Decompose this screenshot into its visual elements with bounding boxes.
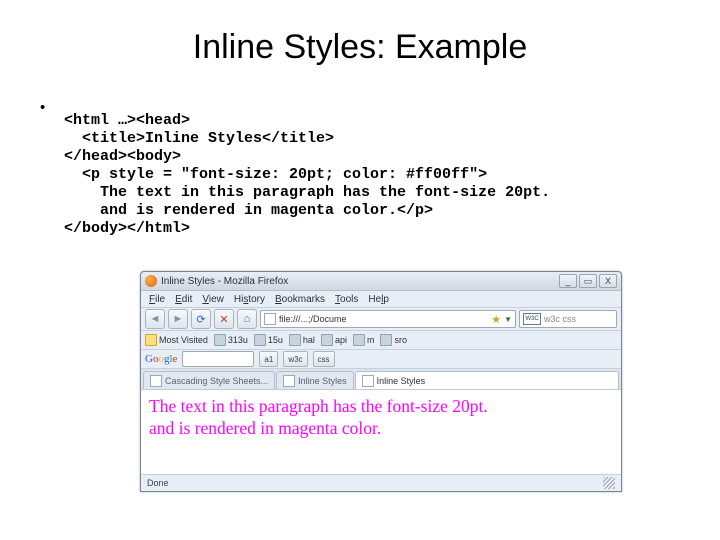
- google-toolbar: Google a1 w3c css: [141, 350, 621, 369]
- menu-view[interactable]: View: [198, 294, 228, 305]
- tab-cascading[interactable]: Cascading Style Sheets...: [143, 371, 275, 389]
- page-icon: [264, 313, 276, 325]
- search-box[interactable]: W3C w3c css: [519, 310, 617, 328]
- page-icon: [362, 375, 374, 387]
- browser-screenshot: Inline Styles - Mozilla Firefox _ ▭ X Fi…: [140, 271, 620, 492]
- status-text: Done: [147, 478, 169, 488]
- menu-edit[interactable]: Edit: [171, 294, 196, 305]
- star-icon: [145, 334, 157, 346]
- window-title: Inline Styles - Mozilla Firefox: [161, 276, 559, 287]
- firefox-icon: [145, 275, 157, 287]
- tab-strip: Cascading Style Sheets... Inline Styles …: [141, 369, 621, 390]
- url-bar[interactable]: file:///...;/Docume ★ ▼: [260, 310, 516, 328]
- bookmark-item[interactable]: hal: [289, 334, 315, 346]
- menu-file[interactable]: File: [145, 294, 169, 305]
- menu-bookmarks[interactable]: Bookmarks: [271, 294, 329, 305]
- bookmark-item[interactable]: m: [353, 334, 375, 346]
- most-visited[interactable]: Most Visited: [145, 334, 208, 346]
- bookmarks-toolbar: Most Visited 313u 15u hal api m sro: [141, 331, 621, 350]
- window-titlebar: Inline Styles - Mozilla Firefox _ ▭ X: [141, 272, 621, 291]
- navigation-toolbar: ◄ ► ⟳ ✕ ⌂ file:///...;/Docume ★ ▼ W3C w3…: [141, 308, 621, 331]
- folder-icon: [254, 334, 266, 346]
- code-block: <html …><head> <title>Inline Styles</tit…: [64, 112, 550, 238]
- menu-bar: File Edit View History Bookmarks Tools H…: [141, 291, 621, 308]
- tab-inline-2[interactable]: Inline Styles: [355, 371, 619, 389]
- tab-inline-1[interactable]: Inline Styles: [276, 371, 354, 389]
- resize-grip-icon[interactable]: [603, 477, 615, 489]
- google-tool-button[interactable]: css: [313, 351, 335, 367]
- slide-title: Inline Styles: Example: [0, 0, 720, 77]
- status-bar: Done: [141, 474, 621, 491]
- page-icon: [283, 375, 295, 387]
- page-icon: [150, 375, 162, 387]
- google-logo: Google: [145, 353, 177, 365]
- folder-icon: [380, 334, 392, 346]
- stop-button[interactable]: ✕: [214, 309, 234, 329]
- search-engine-icon: W3C: [523, 313, 541, 325]
- back-button[interactable]: ◄: [145, 309, 165, 329]
- menu-help[interactable]: Help: [364, 294, 393, 305]
- forward-button[interactable]: ►: [168, 309, 188, 329]
- minimize-button[interactable]: _: [559, 274, 577, 288]
- google-tool-button[interactable]: a1: [259, 351, 278, 367]
- home-button[interactable]: ⌂: [237, 309, 257, 329]
- page-content: The text in this paragraph has the font-…: [141, 390, 621, 474]
- reload-button[interactable]: ⟳: [191, 309, 211, 329]
- google-search-input[interactable]: [182, 351, 254, 367]
- url-dropdown-icon[interactable]: ▼: [504, 315, 512, 324]
- folder-icon: [214, 334, 226, 346]
- close-button[interactable]: X: [599, 274, 617, 288]
- menu-tools[interactable]: Tools: [331, 294, 362, 305]
- folder-icon: [289, 334, 301, 346]
- rendered-paragraph: The text in this paragraph has the font-…: [149, 396, 613, 440]
- bookmark-item[interactable]: 15u: [254, 334, 283, 346]
- bookmark-star-icon[interactable]: ★: [491, 313, 501, 326]
- url-text: file:///...;/Docume: [279, 314, 488, 324]
- menu-history[interactable]: History: [230, 294, 269, 305]
- google-tool-button[interactable]: w3c: [283, 351, 307, 367]
- bookmark-item[interactable]: 313u: [214, 334, 248, 346]
- maximize-button[interactable]: ▭: [579, 274, 597, 288]
- bookmark-item[interactable]: sro: [380, 334, 407, 346]
- bookmark-item[interactable]: api: [321, 334, 347, 346]
- bullet-dot: •: [40, 97, 64, 253]
- folder-icon: [353, 334, 365, 346]
- folder-icon: [321, 334, 333, 346]
- search-text: w3c css: [544, 314, 576, 324]
